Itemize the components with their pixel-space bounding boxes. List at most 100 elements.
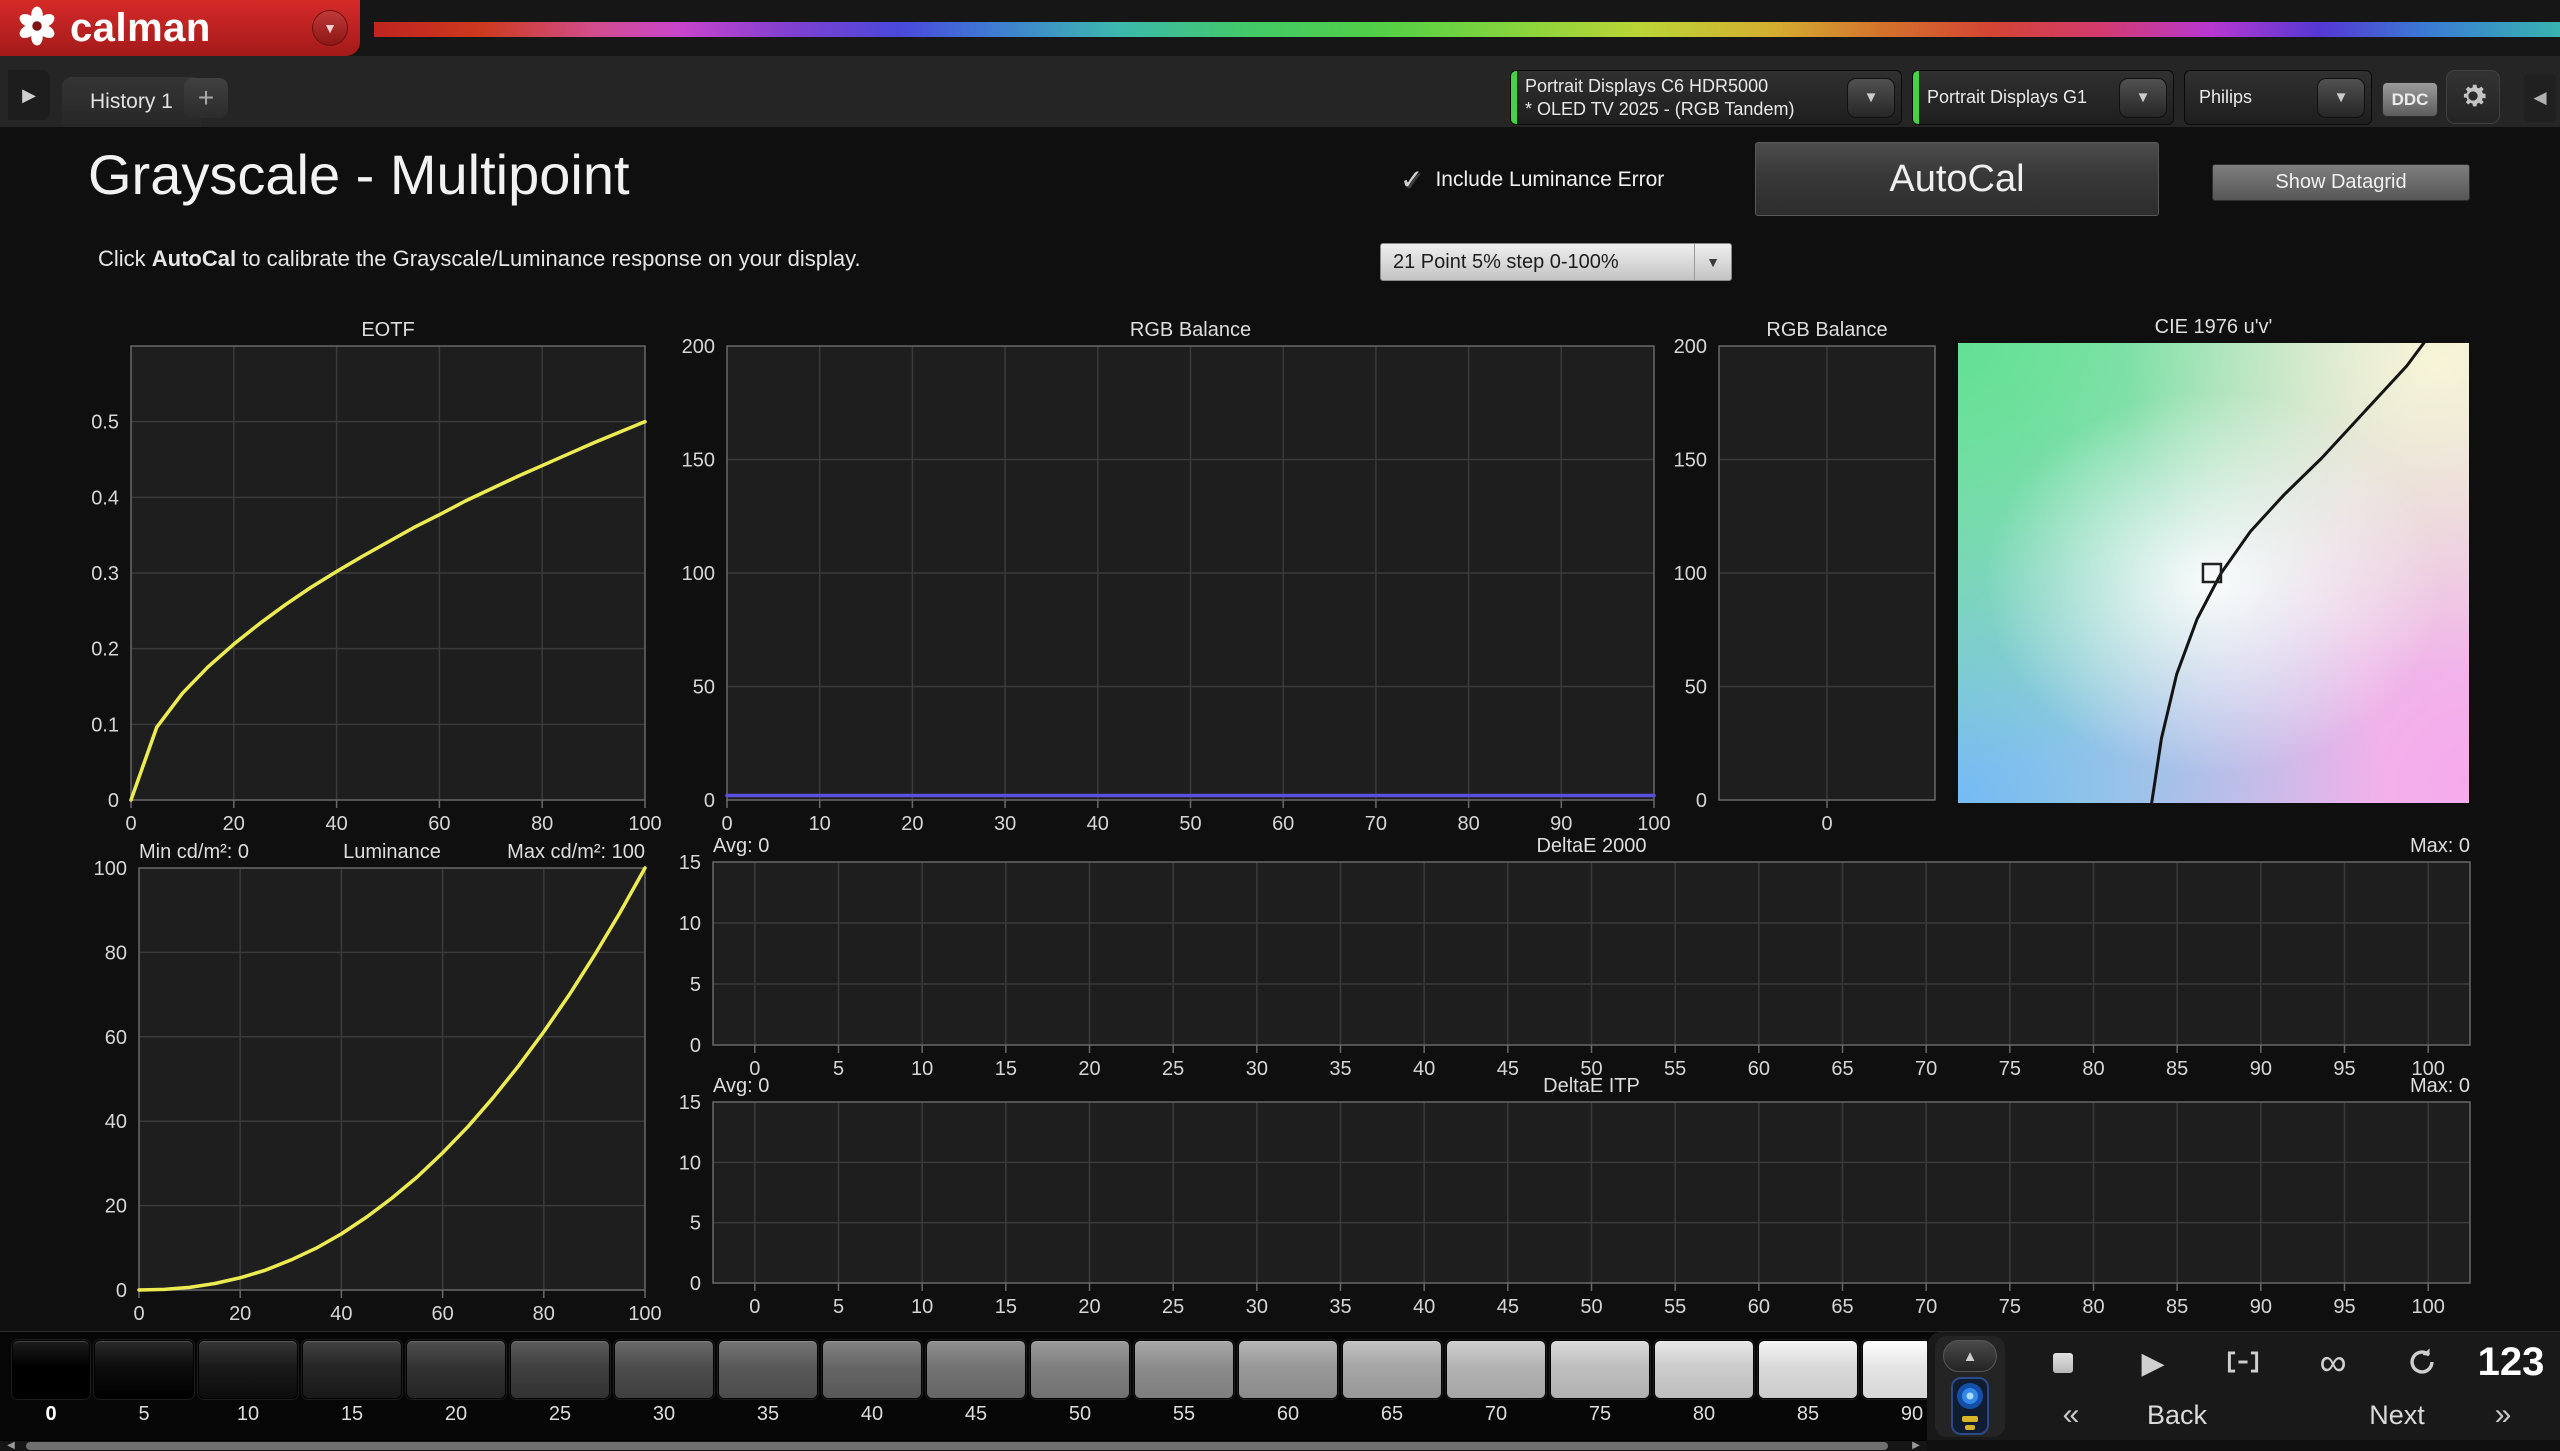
svg-text:50: 50 bbox=[693, 677, 715, 699]
patch-70[interactable]: 70 bbox=[1446, 1340, 1546, 1440]
patch-swatch bbox=[822, 1340, 922, 1399]
svg-text:80: 80 bbox=[105, 942, 127, 964]
luminance-plot: 0 20 40 60 80 100020406080100 bbox=[94, 858, 662, 1325]
svg-text:40: 40 bbox=[1087, 813, 1109, 835]
svg-text:25: 25 bbox=[1162, 1296, 1184, 1318]
svg-text:0.3: 0.3 bbox=[91, 563, 119, 585]
svg-text:70: 70 bbox=[1365, 813, 1387, 835]
patch-swatch bbox=[12, 1340, 90, 1399]
scroll-right-icon[interactable]: ▶ bbox=[1907, 1440, 1925, 1451]
svg-text:5: 5 bbox=[690, 974, 701, 996]
patch-label: 20 bbox=[444, 1403, 468, 1425]
patch-label: 5 bbox=[138, 1403, 150, 1425]
svg-text:50: 50 bbox=[1580, 1296, 1602, 1318]
svg-text:60: 60 bbox=[428, 813, 450, 835]
svg-text:20: 20 bbox=[1078, 1296, 1100, 1318]
patch-label: 50 bbox=[1068, 1403, 1092, 1425]
measure-window-icon bbox=[2226, 1349, 2260, 1378]
svg-text:80: 80 bbox=[533, 1303, 555, 1325]
svg-text:0.2: 0.2 bbox=[91, 639, 119, 661]
svg-text:60: 60 bbox=[431, 1303, 453, 1325]
patch-20[interactable]: 20 bbox=[406, 1340, 506, 1440]
svg-text:10: 10 bbox=[679, 1152, 701, 1174]
svg-text:60: 60 bbox=[1748, 1296, 1770, 1318]
svg-text:40: 40 bbox=[325, 813, 347, 835]
svg-text:10: 10 bbox=[809, 813, 831, 835]
patch-swatch bbox=[406, 1340, 506, 1399]
svg-text:15: 15 bbox=[679, 1092, 701, 1114]
stop-button[interactable] bbox=[2040, 1340, 2086, 1386]
patch-15[interactable]: 15 bbox=[302, 1340, 402, 1440]
patch-0[interactable]: 0 bbox=[12, 1340, 90, 1440]
svg-text:150: 150 bbox=[1674, 450, 1707, 472]
patch-60[interactable]: 60 bbox=[1238, 1340, 1338, 1440]
svg-text:100: 100 bbox=[682, 563, 715, 585]
patch-label: 30 bbox=[652, 1403, 676, 1425]
svg-text:95: 95 bbox=[2333, 1296, 2355, 1318]
patch-65[interactable]: 65 bbox=[1342, 1340, 1442, 1440]
patch-label: 15 bbox=[340, 1403, 364, 1425]
patch-label: 35 bbox=[756, 1403, 780, 1425]
charts-area: EOTF 0 20 40 60 80 100 0 0.1 0.2 0.3 0.4 0.5 RGB Bala… bbox=[0, 0, 2560, 1451]
svg-text:0: 0 bbox=[721, 813, 732, 835]
patch-label: 0 bbox=[45, 1403, 57, 1425]
svg-text:0: 0 bbox=[1696, 790, 1707, 812]
patch-45[interactable]: 45 bbox=[926, 1340, 1026, 1440]
patch-swatch bbox=[198, 1340, 298, 1399]
patch-swatch bbox=[302, 1340, 402, 1399]
patch-5[interactable]: 5 bbox=[94, 1340, 194, 1440]
patch-25[interactable]: 25 bbox=[510, 1340, 610, 1440]
measure-once-button[interactable]: ▶ bbox=[2130, 1340, 2176, 1386]
patch-swatch bbox=[510, 1340, 610, 1399]
svg-text:70: 70 bbox=[1915, 1296, 1937, 1318]
rgb_point-plot: 0 0 50 100 150 200 bbox=[1674, 336, 1936, 835]
patch-label: 80 bbox=[1692, 1403, 1716, 1425]
next-button[interactable]: Next bbox=[2319, 1394, 2475, 1436]
measurement-counter: 123 bbox=[2477, 1339, 2545, 1384]
patch-90[interactable]: 90 bbox=[1862, 1340, 1927, 1440]
patch-label: 45 bbox=[964, 1403, 988, 1425]
patch-30[interactable]: 30 bbox=[614, 1340, 714, 1440]
svg-text:0.4: 0.4 bbox=[91, 487, 119, 509]
svg-text:80: 80 bbox=[531, 813, 553, 835]
first-page-button[interactable]: « bbox=[2051, 1394, 2091, 1436]
patch-swatch bbox=[718, 1340, 818, 1399]
refresh-button[interactable] bbox=[2399, 1340, 2445, 1386]
svg-text:15: 15 bbox=[679, 852, 701, 874]
svg-text:65: 65 bbox=[1831, 1296, 1853, 1318]
svg-text:30: 30 bbox=[994, 813, 1016, 835]
patch-55[interactable]: 55 bbox=[1134, 1340, 1234, 1440]
patch-40[interactable]: 40 bbox=[822, 1340, 922, 1440]
patch-80[interactable]: 80 bbox=[1654, 1340, 1754, 1440]
scrollbar-thumb[interactable] bbox=[26, 1442, 1888, 1450]
svg-text:20: 20 bbox=[229, 1303, 251, 1325]
patch-swatch bbox=[1550, 1340, 1650, 1399]
patch-75[interactable]: 75 bbox=[1550, 1340, 1650, 1440]
patch-35[interactable]: 35 bbox=[718, 1340, 818, 1440]
patch-10[interactable]: 10 bbox=[198, 1340, 298, 1440]
cie-diagram bbox=[1958, 343, 2469, 803]
scroll-left-icon[interactable]: ◀ bbox=[2, 1440, 20, 1451]
eotf-plot: 0 20 40 60 80 10000.10.20.30.40.5 bbox=[91, 345, 662, 835]
double-chevron-right-icon: » bbox=[2494, 1398, 2512, 1431]
bottom-bar: 0510152025303540455055606570758085909510… bbox=[0, 1331, 2560, 1440]
patch-label: 55 bbox=[1172, 1403, 1196, 1425]
svg-text:55: 55 bbox=[1664, 1296, 1686, 1318]
patch-50[interactable]: 50 bbox=[1030, 1340, 1130, 1440]
patch-label: 90 bbox=[1900, 1403, 1924, 1425]
back-button[interactable]: Back bbox=[2097, 1394, 2257, 1436]
play-icon: ▶ bbox=[2141, 1346, 2165, 1380]
measure-window-button[interactable] bbox=[2220, 1340, 2266, 1386]
patch-scrollbar[interactable]: ◀ ▶ bbox=[0, 1440, 1927, 1451]
continuous-measure-button[interactable]: ∞ bbox=[2310, 1340, 2356, 1386]
eject-button[interactable]: ▲ bbox=[1943, 1340, 1997, 1372]
last-page-button[interactable]: » bbox=[2483, 1394, 2523, 1436]
svg-text:15: 15 bbox=[995, 1296, 1017, 1318]
patch-85[interactable]: 85 bbox=[1758, 1340, 1858, 1440]
patch-label: 85 bbox=[1796, 1403, 1820, 1425]
meter-device-icon[interactable] bbox=[1941, 1376, 1999, 1436]
patch-swatch bbox=[1446, 1340, 1546, 1399]
patch-strip: 0510152025303540455055606570758085909510… bbox=[0, 1332, 1927, 1440]
svg-text:85: 85 bbox=[2166, 1296, 2188, 1318]
patch-label: 65 bbox=[1380, 1403, 1404, 1425]
